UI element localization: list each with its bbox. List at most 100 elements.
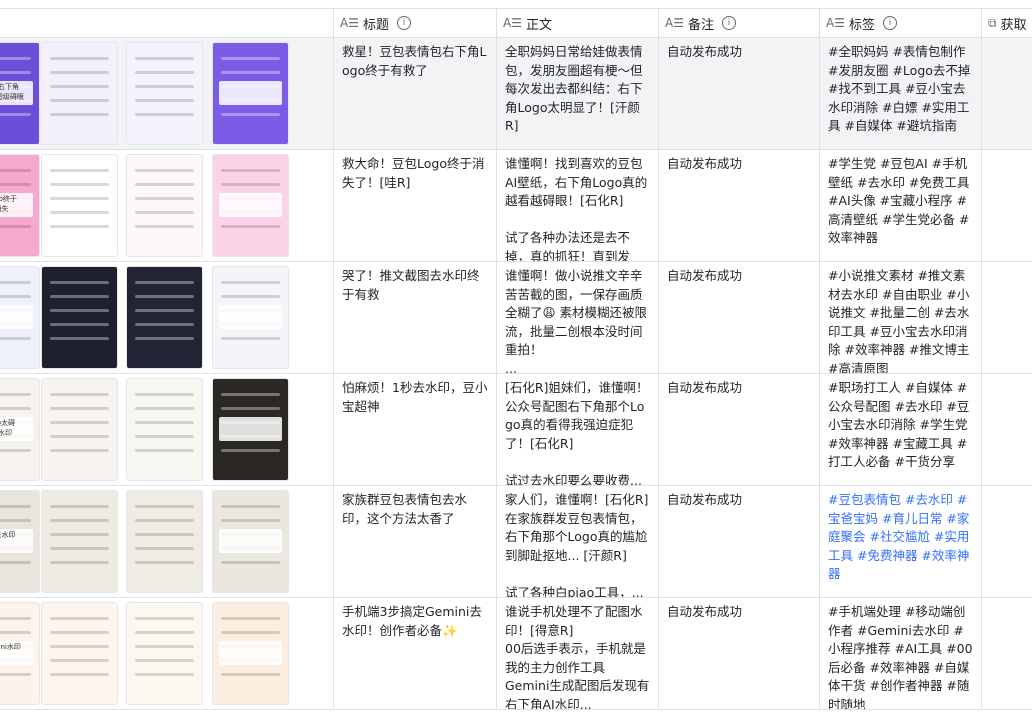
thumbnail-line [50, 113, 109, 116]
column-header-label: 获取 [1000, 17, 1027, 33]
image-thumbnail[interactable] [126, 266, 203, 369]
title-cell[interactable]: 哭了！推文截图去水印终于有救 [334, 262, 497, 373]
title-cell[interactable]: 救大命！豆包Logo终于消失了！[哇R] [334, 150, 497, 261]
thumbnail-line [135, 561, 194, 564]
image-cell[interactable] [0, 262, 334, 373]
image-thumbnail[interactable] [126, 42, 203, 145]
body-cell[interactable]: 全职妈妈日常给娃做表情包，发朋友圈超有梗～但每次发出去都纠结：右下角Logo太明… [497, 38, 659, 149]
thumbnail-line [50, 169, 109, 172]
image-thumbnail[interactable] [41, 602, 118, 705]
table-row[interactable]: Gemini水印 手机端3步搞定Gemini去水印！创作者必备✨谁说手机处理不了配… [0, 598, 1032, 710]
thumbnail-line [135, 533, 194, 536]
thumbnail-line [0, 295, 31, 298]
fetch-cell[interactable] [982, 486, 1032, 597]
title-cell[interactable]: 怕麻烦！1秒去水印，豆小宝超神 [334, 374, 497, 485]
image-thumbnail[interactable] [212, 378, 289, 481]
image-cell[interactable]: Logo终于消失 [0, 150, 334, 261]
column-header-images[interactable] [0, 9, 334, 37]
note-cell[interactable]: 自动发布成功 [659, 374, 820, 485]
thumbnail-line [135, 211, 194, 214]
note-cell[interactable]: 自动发布成功 [659, 262, 820, 373]
image-thumbnail[interactable] [0, 266, 40, 369]
image-thumbnail[interactable]: Logo终于消失 [0, 154, 40, 257]
body-cell[interactable]: [石化R]姐妹们，谁懂啊！公众号配图右下角那个Logo真的看得我强迫症犯了！[石… [497, 374, 659, 485]
title-cell[interactable]: 救星！豆包表情包右下角Logo终于有救了 [334, 38, 497, 149]
text-field-icon: A☰ [340, 16, 359, 30]
tags-cell[interactable]: #学生党 #豆包AI #手机壁纸 #去水印 #免费工具 #AI头像 #宝藏小程序… [820, 150, 982, 261]
note-cell[interactable]: 自动发布成功 [659, 486, 820, 597]
column-header-note[interactable]: A☰ 备注 i [659, 9, 820, 37]
thumbnail-line [50, 561, 109, 564]
image-thumbnail[interactable] [212, 602, 289, 705]
column-header-tags[interactable]: A☰ 标签 i [820, 9, 982, 37]
image-cell[interactable]: ogo太碍去水印 [0, 374, 334, 485]
image-thumbnail[interactable] [212, 490, 289, 593]
image-thumbnail[interactable] [126, 490, 203, 593]
note-cell[interactable]: 自动发布成功 [659, 150, 820, 261]
thumbnail-line [135, 519, 194, 522]
thumbnail-line [0, 113, 31, 116]
thumbnail-caption: Gemini水印 [0, 643, 21, 651]
title-cell[interactable]: 手机端3步搞定Gemini去水印！创作者必备✨ [334, 598, 497, 709]
image-thumbnail[interactable] [41, 154, 118, 257]
thumbnail-line [0, 393, 31, 396]
title-cell[interactable]: 家族群豆包表情包去水印，这个方法太香了 [334, 486, 497, 597]
info-icon[interactable]: i [882, 16, 897, 30]
tags-cell[interactable]: #职场打工人 #自媒体 #公众号配图 #去水印 #豆小宝去水印消除 #学生党 #… [820, 374, 982, 485]
thumbnail-line [0, 169, 31, 172]
image-thumbnail[interactable] [126, 378, 203, 481]
body-cell[interactable]: 谁懂啊！做小说推文辛辛苦苦截的图，一保存画质全糊了😩 素材模糊还被限流，批量二创… [497, 262, 659, 373]
thumbnail-line [50, 533, 109, 536]
thumbnail-line [50, 407, 109, 410]
body-cell[interactable]: 谁说手机处理不了配图水印！[得意R] 00后选手表示，手机就是我的主力创作工具 … [497, 598, 659, 709]
fetch-cell[interactable] [982, 374, 1032, 485]
thumbnail-line [221, 225, 280, 228]
image-thumbnail[interactable] [212, 154, 289, 257]
body-cell[interactable]: 家人们，谁懂啊！[石化R]在家族群发豆包表情包，右下角那个Logo真的尴尬到脚趾… [497, 486, 659, 597]
column-header-label: 正文 [525, 17, 552, 33]
column-header-label: 标题 [362, 17, 389, 33]
image-thumbnail[interactable]: ogo太碍去水印 [0, 378, 40, 481]
tags-cell[interactable]: #全职妈妈 #表情包制作 #发朋友圈 #Logo去不掉 #找不到工具 #豆小宝去… [820, 38, 982, 149]
image-thumbnail[interactable] [212, 42, 289, 145]
image-cell[interactable]: Gemini水印 [0, 598, 334, 709]
table-row[interactable]: ogo太碍去水印 怕麻烦！1秒去水印，豆小宝超神[石化R]姐妹们，谁懂啊！公众号配… [0, 374, 1032, 486]
fetch-cell[interactable] [982, 262, 1032, 373]
tags-cell[interactable]: #小说推文素材 #推文素材去水印 #自由职业 #小说推文 #批量二创 #去水印工… [820, 262, 982, 373]
image-thumbnail[interactable] [41, 42, 118, 145]
fetch-cell[interactable] [982, 38, 1032, 149]
image-thumbnail[interactable] [41, 378, 118, 481]
tags-cell[interactable]: #豆包表情包 #去水印 #宝爸宝妈 #育儿日常 #家庭聚会 #社交尴尬 #实用工… [820, 486, 982, 597]
info-icon[interactable]: i [721, 16, 736, 30]
note-cell[interactable]: 自动发布成功 [659, 598, 820, 709]
column-header-body[interactable]: A☰ 正文 [497, 9, 659, 37]
thumbnail-line [221, 407, 280, 410]
column-header-title[interactable]: A☰ 标题 i [334, 9, 497, 37]
body-cell[interactable]: 谁懂啊！找到喜欢的豆包AI壁纸，右下角Logo真的越看越碍眼！[石化R] 试了各… [497, 150, 659, 261]
image-cell[interactable]: 的你右下角 Logo超级碍眼 [0, 38, 334, 149]
thumbnail-card [219, 193, 282, 217]
column-header-label: 备注 [687, 17, 714, 33]
info-icon[interactable]: i [396, 16, 411, 30]
image-thumbnail[interactable] [41, 266, 118, 369]
image-thumbnail[interactable] [126, 154, 203, 257]
fetch-cell[interactable] [982, 150, 1032, 261]
image-thumbnail[interactable]: Gemini水印 [0, 602, 40, 705]
tags-cell[interactable]: #手机端处理 #移动端创作者 #Gemini去水印 #小程序推荐 #AI工具 #… [820, 598, 982, 709]
table-row[interactable]: 哭了！推文截图去水印终于有救 谁懂啊！做小说推文辛辛苦苦截的图，一保存画质全糊了😩… [0, 262, 1032, 374]
table-row[interactable]: 包去水印 家族群豆包表情包去水印，这个方法太香了家人们，谁懂啊！[石化R]在家族群… [0, 486, 1032, 598]
image-thumbnail[interactable] [212, 266, 289, 369]
text-field-icon: A☰ [503, 16, 522, 30]
column-header-fetch[interactable]: ⧉ 获取 [982, 9, 1032, 37]
image-thumbnail[interactable] [126, 602, 203, 705]
table-row[interactable]: 的你右下角 Logo超级碍眼 救星！豆包表情包右下角Logo终于有救了全职妈妈日常给… [0, 38, 1032, 150]
image-thumbnail[interactable]: 包去水印 [0, 490, 40, 593]
image-thumbnail[interactable] [41, 490, 118, 593]
image-cell[interactable]: 包去水印 [0, 486, 334, 597]
image-thumbnail[interactable]: 的你右下角 Logo超级碍眼 [0, 42, 40, 145]
thumbnail-line [50, 281, 109, 284]
note-cell[interactable]: 自动发布成功 [659, 38, 820, 149]
table-row[interactable]: Logo终于消失 救大命！豆包Logo终于消失了！[哇R]谁懂啊！找到喜欢的豆包A… [0, 150, 1032, 262]
thumbnail-line [221, 631, 280, 634]
fetch-cell[interactable] [982, 598, 1032, 709]
